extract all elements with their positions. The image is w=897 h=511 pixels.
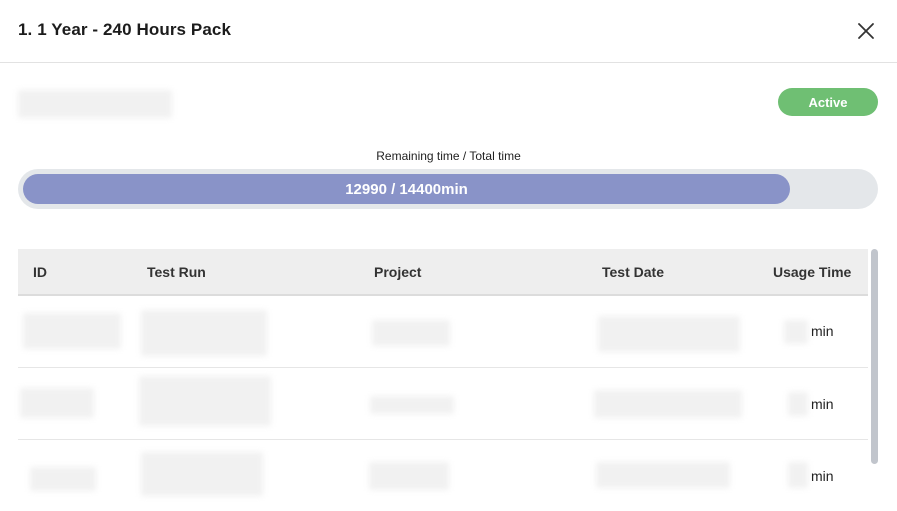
modal-header: 1. 1 Year - 240 Hours Pack: [0, 0, 897, 63]
project-cell-redacted: [370, 396, 454, 414]
usage-value-redacted: [784, 320, 808, 344]
close-button[interactable]: [853, 18, 879, 44]
usage-unit: min: [811, 468, 834, 484]
project-cell-redacted: [369, 462, 449, 490]
column-header-project[interactable]: Project: [374, 264, 421, 280]
id-cell-redacted: [20, 388, 94, 418]
progress-caption: Remaining time / Total time: [376, 149, 521, 163]
table-row[interactable]: min: [18, 296, 868, 368]
usage-progress-bar: 12990 / 14400min: [18, 169, 878, 209]
column-header-id[interactable]: ID: [33, 264, 47, 280]
usage-value-redacted: [788, 462, 808, 488]
table-row[interactable]: min: [18, 440, 868, 511]
pack-name-redacted: [18, 90, 172, 118]
id-cell-redacted: [23, 313, 121, 349]
usage-value-redacted: [788, 392, 808, 416]
test-run-cell-redacted[interactable]: [139, 376, 271, 426]
project-cell-redacted: [372, 320, 450, 346]
modal-title: 1. 1 Year - 240 Hours Pack: [18, 20, 232, 39]
column-header-test-run[interactable]: Test Run: [147, 264, 206, 280]
table-row[interactable]: min: [18, 368, 868, 440]
close-icon: [858, 23, 874, 39]
usage-pack-modal: 1. 1 Year - 240 Hours Pack Active Remain…: [0, 0, 897, 511]
test-date-cell-redacted: [594, 390, 742, 418]
table-header: ID Test Run Project Test Date Usage Time: [18, 249, 868, 296]
column-header-usage-time[interactable]: Usage Time: [773, 264, 851, 280]
test-date-cell-redacted: [596, 462, 730, 488]
test-run-cell-redacted[interactable]: [141, 310, 267, 356]
test-run-cell-redacted[interactable]: [141, 452, 263, 496]
table-scrollbar[interactable]: [871, 249, 878, 464]
usage-progress-fill: 12990 / 14400min: [23, 174, 790, 204]
column-header-test-date[interactable]: Test Date: [602, 264, 664, 280]
usage-progress-label: 12990 / 14400min: [345, 180, 468, 198]
usage-unit: min: [811, 323, 834, 339]
usage-unit: min: [811, 396, 834, 412]
usage-table: ID Test Run Project Test Date Usage Time…: [18, 249, 868, 511]
status-badge: Active: [778, 88, 878, 116]
test-date-cell-redacted: [598, 316, 740, 352]
id-cell-redacted: [30, 467, 96, 491]
